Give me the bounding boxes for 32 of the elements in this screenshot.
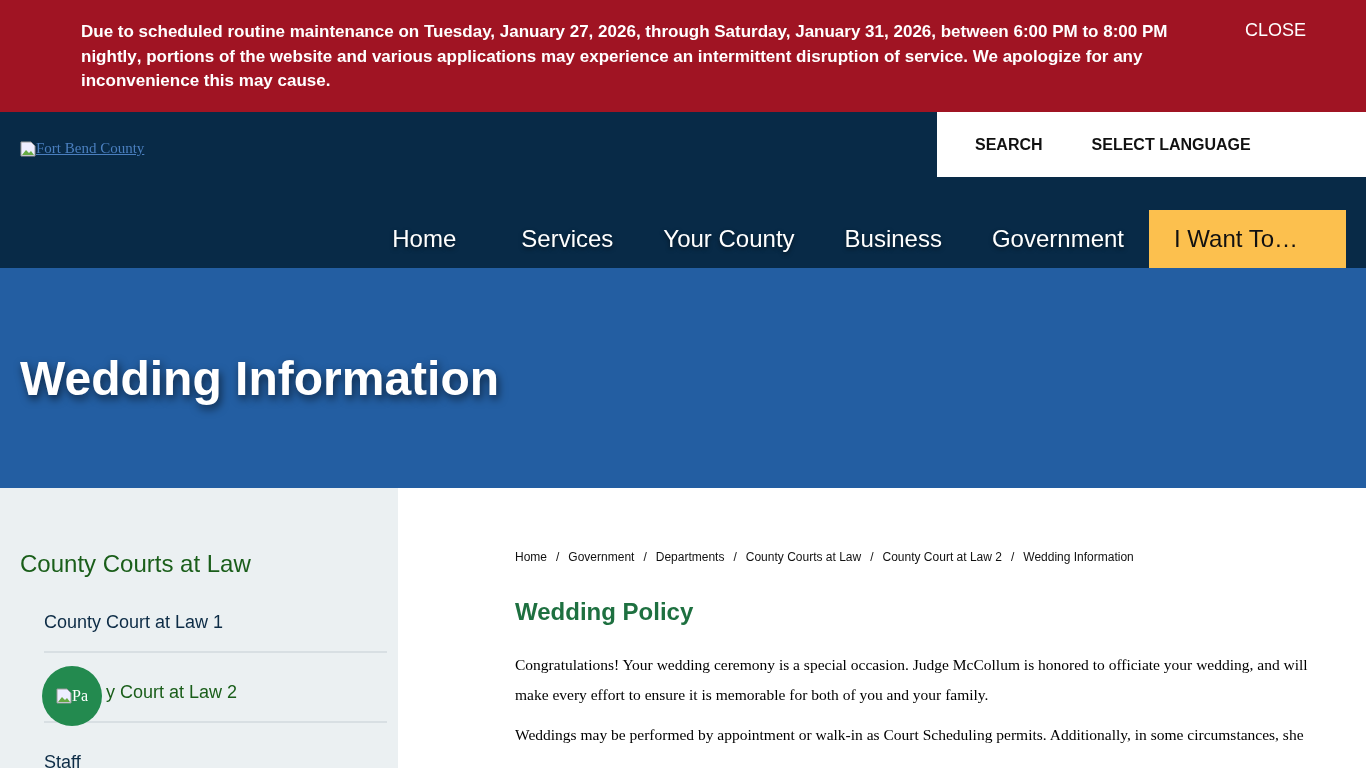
breadcrumb-link[interactable]: Home <box>515 550 547 564</box>
breadcrumb-separator: / <box>556 550 560 564</box>
sidebar-item[interactable]: Staff <box>44 752 81 768</box>
sidebar-item[interactable]: y Court at Law 2 <box>106 682 238 703</box>
breadcrumb-link[interactable]: County Courts at Law <box>745 550 862 564</box>
maintenance-notice: Due to scheduled routine maintenance on Tuesday, January 27, 2026, through Saturday, January 31, 2026, between 6:00 PM to 8:00 PM nightly, portions of the website and various applications may experience an intermittent disruption of service. We apologize for any inconvenience this may cause. <box>81 21 1169 92</box>
paragraph: Congratulations! Your wedding ceremony is a special occasion. Judge McCollum is honored to officiate your wedding, and will make every effort to ensure it is memorable for both of you and your family. <box>515 655 1309 705</box>
breadcrumb-link[interactable]: Government <box>568 550 635 564</box>
close-button[interactable]: CLOSE <box>1244 20 1306 41</box>
breadcrumb-link[interactable]: Departments <box>655 550 725 564</box>
sidebar-item[interactable]: County Court at Law 1 <box>44 612 224 633</box>
broken-image-icon <box>20 140 36 157</box>
utility-link[interactable]: SELECT LANGUAGE <box>1091 135 1251 154</box>
nav-tab[interactable]: Home <box>367 210 497 268</box>
section-heading: Wedding Policy <box>515 598 695 626</box>
breadcrumb-link[interactable]: Wedding Information <box>1023 550 1134 564</box>
breadcrumb-separator: / <box>643 550 647 564</box>
broken-image-icon <box>56 688 72 704</box>
nav-tab[interactable]: I Want To… <box>1149 210 1346 268</box>
breadcrumb-separator: / <box>733 550 737 564</box>
breadcrumb-separator: / <box>1010 550 1015 564</box>
utility-link[interactable]: SEARCH <box>975 135 1043 154</box>
nav-tab[interactable]: Government <box>966 210 1149 268</box>
page-title: Wedding Information <box>20 350 500 406</box>
breadcrumb-link[interactable]: County Court at Law 2 <box>882 550 1002 564</box>
breadcrumb-separator: / <box>870 550 874 564</box>
nav-tab[interactable]: Services <box>496 210 639 268</box>
logo-link[interactable]: Fort Bend County <box>0 112 145 157</box>
nav-tab[interactable]: Your County <box>638 210 820 268</box>
paragraph: Weddings may be performed by appointment or walk-in as Court Scheduling permits. Additionally, in some circumstances, she <box>515 725 1305 745</box>
sidebar-title: County Courts at Law <box>20 550 252 578</box>
nav-tab[interactable]: Business <box>819 210 967 268</box>
